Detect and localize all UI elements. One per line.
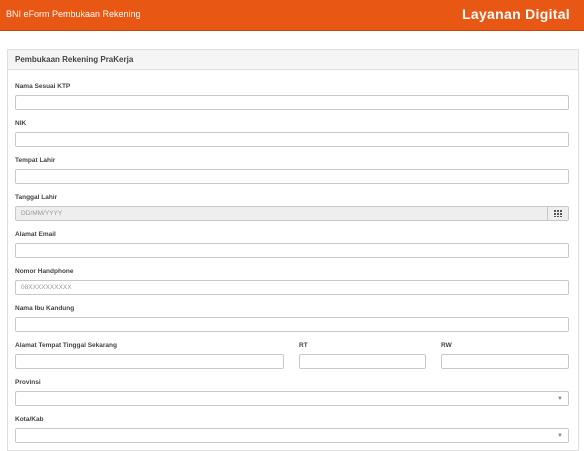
tempat-lahir-input[interactable]: [15, 169, 569, 184]
kota-label: Kota/Kab: [15, 416, 44, 423]
ibu-kandung-label: Nama Ibu Kandung: [15, 305, 75, 312]
tanggal-lahir-input[interactable]: DD/MM/YYYY: [15, 206, 569, 221]
top-bar: BNI eForm Pembukaan Rekening Layanan Dig…: [0, 0, 584, 31]
provinsi-label: Provinsi: [15, 379, 41, 386]
tanggal-lahir-label: Tanggal Lahir: [15, 194, 58, 201]
rt-label: RT: [299, 342, 308, 349]
rw-label: RW: [441, 342, 452, 349]
ibu-kandung-input[interactable]: [15, 317, 569, 332]
alamat-input[interactable]: [15, 354, 284, 369]
hp-placeholder: 08XXXXXXXXXX: [21, 284, 72, 291]
nik-label: NIK: [15, 120, 27, 127]
hp-label: Nomor Handphone: [15, 268, 74, 275]
brand-logo-text: Layanan Digital: [462, 6, 570, 22]
kota-select[interactable]: ▼: [15, 428, 569, 443]
provinsi-select[interactable]: ▼: [15, 391, 569, 406]
chevron-down-icon: ▼: [557, 396, 563, 402]
email-label: Alamat Email: [15, 231, 56, 238]
rt-input[interactable]: [299, 354, 426, 369]
nama-label: Nama Sesuai KTP: [15, 83, 71, 90]
calendar-button[interactable]: [547, 207, 568, 220]
rw-input[interactable]: [441, 354, 569, 369]
tanggal-lahir-placeholder: DD/MM/YYYY: [21, 210, 63, 217]
hp-input[interactable]: 08XXXXXXXXXX: [15, 280, 569, 295]
panel-title: Pembukaan Rekening PraKerja: [15, 55, 134, 64]
nik-input[interactable]: [15, 132, 569, 147]
chevron-down-icon: ▼: [557, 433, 563, 439]
email-input[interactable]: [15, 243, 569, 258]
app-title: BNI eForm Pembukaan Rekening: [6, 9, 141, 19]
nama-input[interactable]: [15, 95, 569, 110]
alamat-label: Alamat Tempat Tinggal Sekarang: [15, 342, 117, 349]
tempat-lahir-label: Tempat Lahir: [15, 157, 56, 164]
panel-header: Pembukaan Rekening PraKerja: [8, 50, 578, 70]
calendar-icon: [554, 210, 562, 217]
